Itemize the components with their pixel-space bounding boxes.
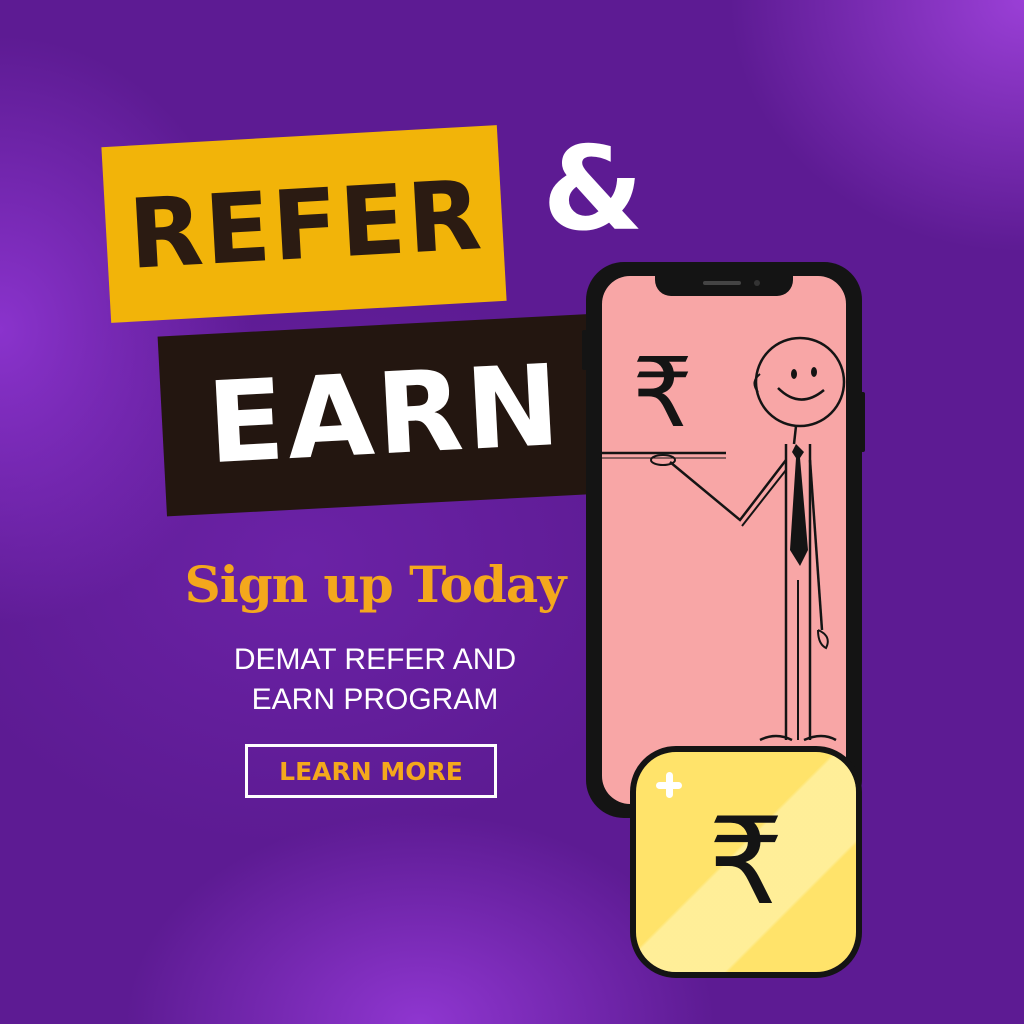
- phone-camera: [754, 280, 760, 286]
- refer-headline: REFER: [125, 159, 487, 291]
- phone-power-button: [860, 392, 865, 452]
- ad-canvas: REFER & EARN Sign up Today DEMAT REFER A…: [0, 0, 1024, 1024]
- rupee-icon: ₹: [632, 337, 693, 449]
- phone-speaker: [703, 281, 741, 285]
- stick-figure-illustration: ₹: [602, 336, 846, 742]
- signup-text: Sign up Today: [184, 555, 567, 614]
- earn-headline: EARN: [204, 340, 566, 490]
- sparkle-icon: [656, 772, 682, 798]
- subtitle-line-2: EARN PROGRAM: [251, 683, 499, 716]
- ampersand: &: [542, 122, 644, 257]
- learn-more-button[interactable]: LEARN MORE: [245, 744, 497, 798]
- subtitle-line-1: DEMAT REFER AND: [233, 643, 517, 676]
